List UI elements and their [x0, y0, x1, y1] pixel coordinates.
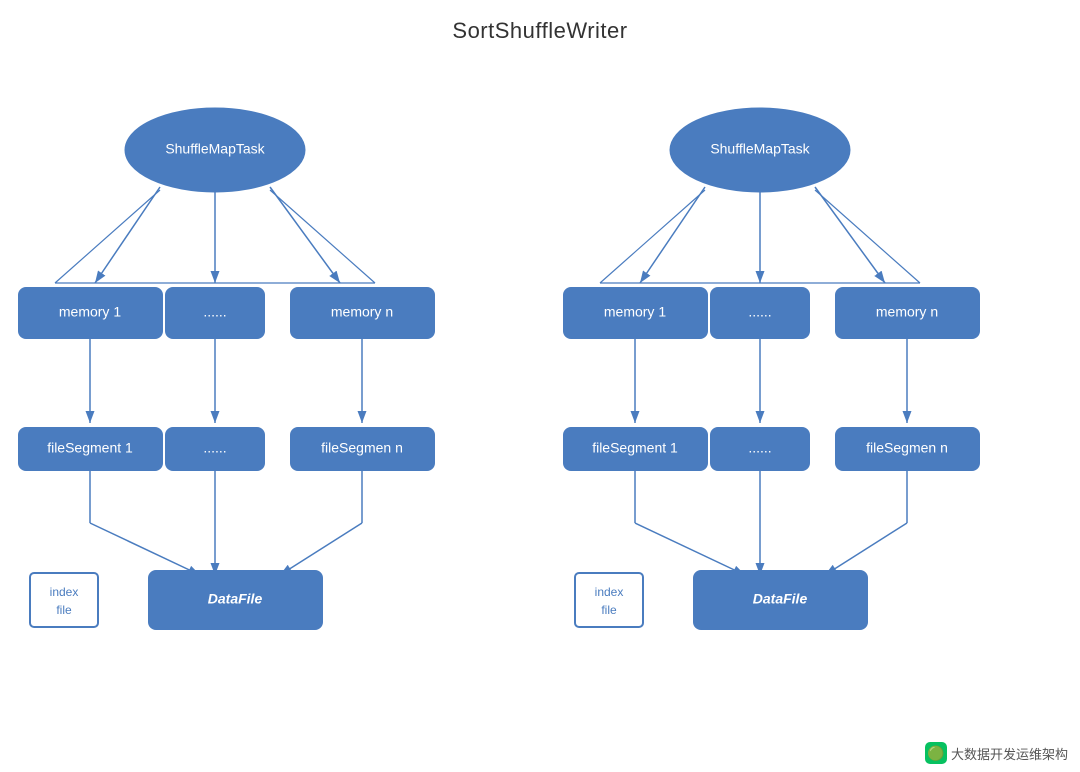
svg-text:index: index	[595, 585, 624, 599]
svg-text:fileSegment 1: fileSegment 1	[592, 440, 678, 456]
wechat-icon: 🟢	[925, 742, 947, 764]
svg-text:memory 1: memory 1	[604, 304, 666, 320]
svg-text:file: file	[56, 603, 72, 617]
svg-text:memory 1: memory 1	[59, 304, 121, 320]
svg-text:file: file	[601, 603, 617, 617]
svg-text:ShuffleMapTask: ShuffleMapTask	[710, 141, 810, 157]
svg-text:memory n: memory n	[331, 304, 393, 320]
diagram-area: ShuffleMapTask memory 1 ...... memory n …	[0, 55, 1080, 772]
svg-text:......: ......	[748, 304, 771, 320]
svg-text:......: ......	[203, 304, 226, 320]
svg-text:DataFile: DataFile	[753, 591, 808, 607]
svg-text:index: index	[50, 585, 79, 599]
svg-text:ShuffleMapTask: ShuffleMapTask	[165, 141, 265, 157]
svg-text:fileSegment 1: fileSegment 1	[47, 440, 133, 456]
svg-text:......: ......	[203, 440, 226, 456]
watermark-text: 大数据开发运维架构	[951, 744, 1068, 763]
watermark: 🟢 大数据开发运维架构	[925, 742, 1068, 764]
svg-text:fileSegmen n: fileSegmen n	[321, 440, 403, 456]
svg-text:memory n: memory n	[876, 304, 938, 320]
svg-text:fileSegmen n: fileSegmen n	[866, 440, 948, 456]
page-title: SortShuffleWriter	[0, 0, 1080, 44]
svg-text:......: ......	[748, 440, 771, 456]
svg-text:DataFile: DataFile	[208, 591, 263, 607]
